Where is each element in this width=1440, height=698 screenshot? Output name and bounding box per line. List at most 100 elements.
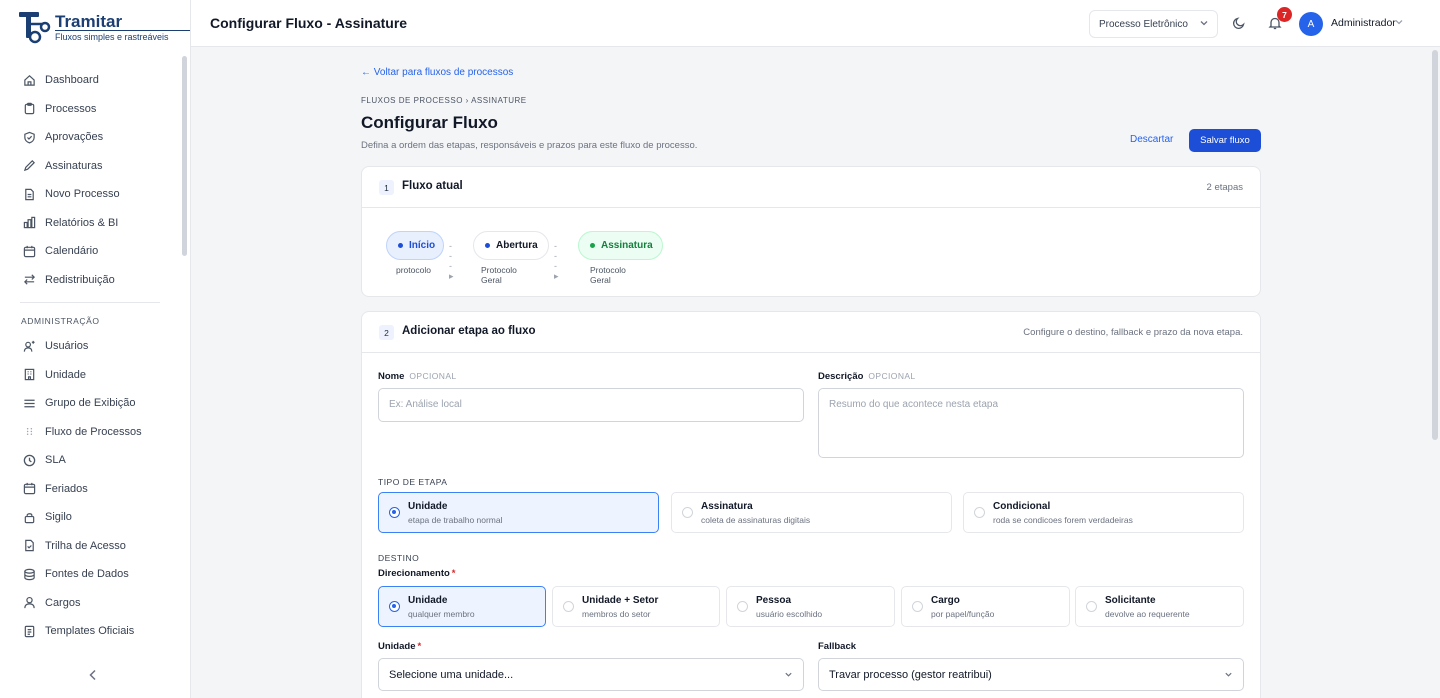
sidebar-item-aprovacoes[interactable]: Aprovações: [0, 123, 182, 152]
process-type-value: Processo Eletrônico: [1099, 18, 1188, 30]
unit-select[interactable]: Selecione uma unidade...: [378, 658, 804, 691]
sidebar-item-label: Relatórios & BI: [45, 216, 119, 229]
radio-button[interactable]: [682, 507, 693, 518]
option-title: Condicional: [993, 501, 1051, 512]
radio-button[interactable]: [563, 601, 574, 612]
flow-step-inicio[interactable]: Início: [386, 231, 444, 260]
name-label-text: Nome: [378, 371, 405, 382]
sidebar-item-redistribuicao[interactable]: Redistribuição: [0, 266, 182, 295]
sidebar: Tramitar Fluxos simples e rastreáveis Da…: [0, 0, 191, 698]
radio-button[interactable]: [912, 601, 923, 612]
section-title: Configurar Fluxo: [361, 113, 498, 132]
sidebar-item-processos[interactable]: Processos: [0, 95, 182, 124]
option-subtitle: por papel/função: [931, 609, 995, 619]
direction-unidade[interactable]: Unidade qualquer membro: [378, 586, 546, 627]
file-check-icon: [22, 539, 36, 553]
card-header: 1 Fluxo atual 2 etapas: [362, 167, 1260, 208]
sidebar-item-sigilo[interactable]: Sigilo: [0, 503, 182, 532]
sidebar-item-label: Dashboard: [45, 74, 99, 87]
radio-button[interactable]: [974, 507, 985, 518]
sidebar-item-label: Grupo de Exibição: [45, 397, 136, 410]
sidebar-item-sla[interactable]: SLA: [0, 446, 182, 475]
radio-button[interactable]: [1086, 601, 1097, 612]
discard-button[interactable]: Descartar: [1130, 134, 1173, 145]
option-subtitle: roda se condicoes forem verdadeiras: [993, 515, 1133, 525]
sidebar-item-label: Fontes de Dados: [45, 568, 129, 581]
flow-step-sub: Protocolo Geral: [481, 265, 517, 285]
sidebar-item-feriados[interactable]: Feriados: [0, 475, 182, 504]
save-flow-button[interactable]: Salvar fluxo: [1189, 129, 1261, 152]
step-type-caption: TIPO DE ETAPA: [378, 477, 448, 487]
step-type-assinatura[interactable]: Assinatura coleta de assinaturas digitai…: [671, 492, 952, 533]
option-title: Assinatura: [701, 501, 753, 512]
sidebar-item-usuarios[interactable]: Usuários: [0, 332, 182, 361]
sidebar-item-label: Trilha de Acesso: [45, 539, 126, 552]
name-label: Nome OPCIONAL: [378, 371, 457, 382]
status-dot: [398, 243, 403, 248]
card-hint: Configure o destino, fallback e prazo da…: [1023, 327, 1243, 338]
main-scrollbar[interactable]: [1432, 50, 1438, 440]
card-title: Fluxo atual: [402, 180, 463, 192]
logo[interactable]: Tramitar Fluxos simples e rastreáveis: [18, 10, 190, 46]
step-type-condicional[interactable]: Condicional roda se condicoes forem verd…: [963, 492, 1244, 533]
flow-step-abertura[interactable]: Abertura: [473, 231, 549, 260]
sidebar-item-relatorios[interactable]: Relatórios & BI: [0, 209, 182, 238]
direction-pessoa[interactable]: Pessoa usuário escolhido: [726, 586, 895, 627]
option-subtitle: membros do setor: [582, 609, 651, 619]
sidebar-item-unidade[interactable]: Unidade: [0, 361, 182, 390]
step-description-textarea[interactable]: Resumo do que acontece nesta etapa: [818, 388, 1244, 458]
sidebar-item-label: Novo Processo: [45, 188, 120, 201]
sidebar-item-templates[interactable]: Templates Oficiais: [0, 617, 182, 646]
sidebar-item-trilha-acesso[interactable]: Trilha de Acesso: [0, 532, 182, 561]
fallback-select[interactable]: Travar processo (gestor reatribui): [818, 658, 1244, 691]
step-number-badge: 2: [379, 325, 394, 340]
avatar[interactable]: A: [1299, 12, 1323, 36]
file-icon: [22, 187, 36, 201]
user-name[interactable]: Administrador: [1331, 17, 1396, 29]
option-title: Unidade: [408, 595, 448, 606]
back-link[interactable]: ← Voltar para fluxos de processos: [361, 67, 513, 78]
sidebar-item-label: Templates Oficiais: [45, 625, 135, 638]
brand-tagline: Fluxos simples e rastreáveis: [55, 32, 169, 42]
sidebar-scrollbar[interactable]: [182, 56, 187, 256]
breadcrumb: FLUXOS DE PROCESSO › ASSINATURE: [361, 96, 527, 105]
radio-button[interactable]: [389, 601, 400, 612]
optional-tag: OPCIONAL: [409, 371, 457, 381]
back-link-label: Voltar para fluxos de processos: [373, 67, 514, 78]
radio-button[interactable]: [389, 507, 400, 518]
sidebar-item-label: Redistribuição: [45, 273, 115, 286]
bar-chart-icon: [22, 216, 36, 230]
process-type-select[interactable]: Processo Eletrônico: [1089, 10, 1218, 38]
sidebar-item-assinaturas[interactable]: Assinaturas: [0, 152, 182, 181]
required-mark: *: [451, 568, 456, 579]
user-menu-chevron-icon[interactable]: [1394, 17, 1404, 30]
chevron-down-icon: [784, 670, 793, 681]
sidebar-item-novo-processo[interactable]: Novo Processo: [0, 180, 182, 209]
lock-icon: [22, 510, 36, 524]
sidebar-item-label: Sigilo: [45, 511, 72, 524]
option-subtitle: qualquer membro: [408, 609, 475, 619]
radio-button[interactable]: [737, 601, 748, 612]
collapse-sidebar-chevron-icon[interactable]: [88, 668, 98, 684]
flow-step-assinatura[interactable]: Assinatura: [578, 231, 663, 260]
sidebar-item-cargos[interactable]: Cargos: [0, 589, 182, 618]
calendar-icon: [22, 482, 36, 496]
direction-unidade-setor[interactable]: Unidade + Setor membros do setor: [552, 586, 720, 627]
sidebar-item-fluxo-processos[interactable]: Fluxo de Processos: [0, 418, 182, 447]
dark-mode-moon-icon[interactable]: [1232, 16, 1246, 30]
sidebar-item-dashboard[interactable]: Dashboard: [0, 66, 182, 95]
direction-solicitante[interactable]: Solicitante devolve ao requerente: [1075, 586, 1244, 627]
step-name-input[interactable]: Ex: Análise local: [378, 388, 804, 422]
sidebar-item-fontes-dados[interactable]: Fontes de Dados: [0, 560, 182, 589]
brand-divider: [55, 30, 190, 31]
sidebar-item-calendario[interactable]: Calendário: [0, 237, 182, 266]
sidebar-item-grupo-exibicao[interactable]: Grupo de Exibição: [0, 389, 182, 418]
step-type-unidade[interactable]: Unidade etapa de trabalho normal: [378, 492, 659, 533]
arrow-left-icon: ←: [361, 67, 371, 78]
direction-cargo[interactable]: Cargo por papel/função: [901, 586, 1070, 627]
fallback-select-value: Travar processo (gestor reatribui): [829, 668, 992, 681]
sidebar-item-label: Calendário: [45, 245, 99, 258]
option-title: Unidade + Setor: [582, 595, 659, 606]
direction-label-text: Direcionamento: [378, 568, 450, 579]
status-dot: [590, 243, 595, 248]
